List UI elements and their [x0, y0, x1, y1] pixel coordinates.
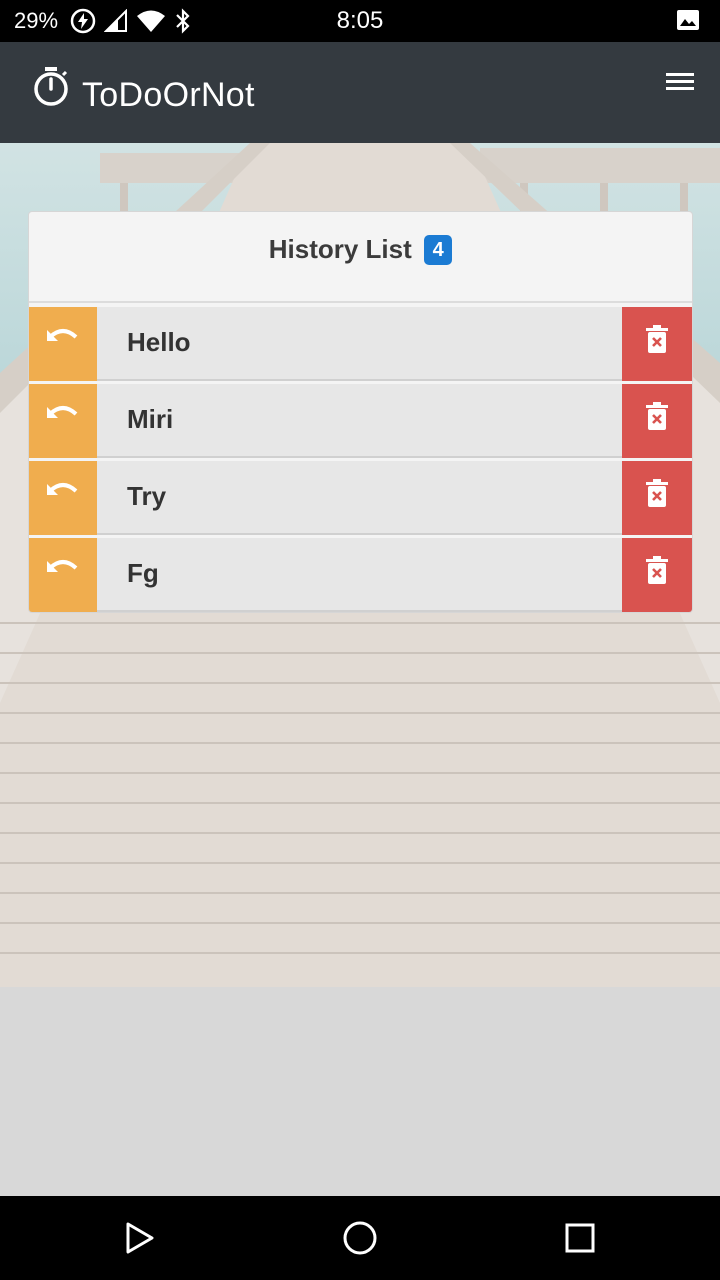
undo-icon: [47, 329, 78, 341]
history-list: Hello Miri Try Fg: [29, 307, 692, 612]
undo-icon: [47, 560, 78, 572]
delete-button[interactable]: [622, 384, 692, 458]
image-icon: [677, 10, 699, 30]
history-title: History List: [268, 234, 412, 264]
undo-button[interactable]: [29, 461, 97, 535]
undo-button[interactable]: [29, 307, 97, 381]
clock: 8:05: [336, 7, 384, 34]
list-item: Miri: [29, 384, 692, 458]
undo-icon: [47, 483, 78, 495]
delete-button[interactable]: [622, 307, 692, 381]
stopwatch-icon: [34, 67, 68, 106]
back-icon[interactable]: [120, 1218, 160, 1258]
list-item: Hello: [29, 307, 692, 381]
undo-button[interactable]: [29, 384, 97, 458]
status-bar: 29% 8:05: [0, 0, 720, 42]
item-label: Hello: [127, 327, 191, 357]
trash-icon: [646, 479, 668, 507]
recents-icon[interactable]: [560, 1218, 600, 1258]
item-label: Try: [127, 481, 167, 511]
card-header: History List 4: [29, 212, 692, 303]
navigation-bar: [0, 1196, 720, 1280]
item-label: Miri: [127, 404, 174, 434]
trash-icon: [646, 556, 668, 584]
undo-icon: [47, 406, 78, 418]
item-label: Fg: [127, 558, 159, 588]
undo-button[interactable]: [29, 538, 97, 612]
app-bar: ToDoOrNot: [0, 42, 720, 143]
history-card: History List 4 Hello Miri Try Fg: [28, 211, 693, 613]
history-count-badge: 4: [424, 234, 453, 265]
list-item: Fg: [29, 538, 692, 612]
hamburger-menu-icon[interactable]: [660, 68, 700, 108]
app-title: ToDoOrNot: [82, 76, 255, 114]
delete-button[interactable]: [622, 538, 692, 612]
trash-icon: [646, 325, 668, 353]
list-item: Try: [29, 461, 692, 535]
delete-button[interactable]: [622, 461, 692, 535]
home-icon[interactable]: [340, 1218, 380, 1258]
trash-icon: [646, 402, 668, 430]
